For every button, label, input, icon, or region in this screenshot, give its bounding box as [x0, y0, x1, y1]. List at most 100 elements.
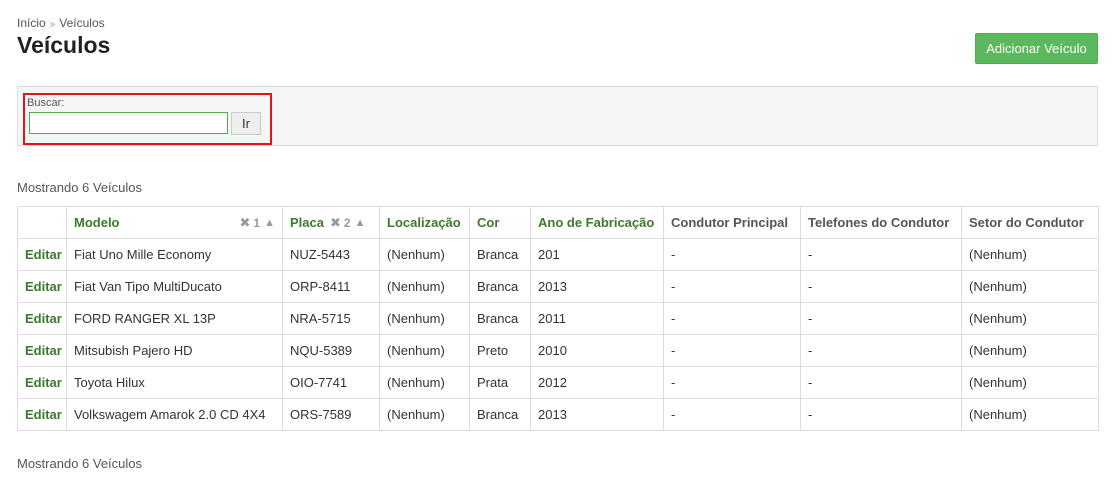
cell-placa: OIO-7741: [282, 366, 380, 399]
cell-condutor: -: [663, 270, 801, 303]
column-header-label: Modelo: [74, 215, 120, 230]
edit-link[interactable]: Editar: [25, 375, 62, 390]
page: Início» Veículos Veículos Adicionar Veícu…: [0, 0, 1119, 482]
column-header-telefones: Telefones do Condutor: [800, 206, 962, 239]
edit-cell: Editar: [17, 334, 67, 367]
cell-placa: NUZ-5443: [282, 238, 380, 271]
cell-modelo: Fiat Van Tipo MultiDucato: [66, 270, 283, 303]
cell-localizacao: (Nenhum): [379, 302, 470, 335]
chevron-up-icon[interactable]: ▲: [264, 217, 275, 229]
breadcrumb: Início» Veículos: [17, 16, 105, 30]
cell-condutor: -: [663, 366, 801, 399]
column-header-condutor: Condutor Principal: [663, 206, 801, 239]
cell-telefones: -: [800, 334, 962, 367]
cell-condutor: -: [663, 398, 801, 431]
breadcrumb-home-link[interactable]: Início: [17, 16, 46, 30]
edit-cell: Editar: [17, 398, 67, 431]
cell-setor: (Nenhum): [961, 334, 1099, 367]
column-header-modelo[interactable]: Modelo ✖ 1 ▲: [66, 206, 283, 239]
cell-cor: Prata: [469, 366, 531, 399]
sort-control: ✖ 2 ▲: [330, 215, 365, 231]
edit-link[interactable]: Editar: [25, 407, 62, 422]
cell-modelo: FORD RANGER XL 13P: [66, 302, 283, 335]
cell-ano: 2013: [530, 270, 664, 303]
edit-link[interactable]: Editar: [25, 343, 62, 358]
cell-placa: ORS-7589: [282, 398, 380, 431]
remove-sort-icon[interactable]: ✖: [240, 215, 251, 231]
breadcrumb-current: Veículos: [59, 16, 105, 30]
cell-ano: 201: [530, 238, 664, 271]
cell-setor: (Nenhum): [961, 302, 1099, 335]
table-row: Editar Fiat Uno Mille Economy NUZ-5443 (…: [17, 238, 1099, 271]
cell-placa: NQU-5389: [282, 334, 380, 367]
cell-telefones: -: [800, 366, 962, 399]
cell-localizacao: (Nenhum): [379, 398, 470, 431]
vehicles-table: Modelo ✖ 1 ▲ Placa ✖ 2 ▲ Localização Cor…: [17, 206, 1099, 431]
cell-setor: (Nenhum): [961, 366, 1099, 399]
cell-condutor: -: [663, 238, 801, 271]
table-header-row: Modelo ✖ 1 ▲ Placa ✖ 2 ▲ Localização Cor…: [17, 206, 1099, 239]
cell-setor: (Nenhum): [961, 238, 1099, 271]
table-row: Editar Toyota Hilux OIO-7741 (Nenhum) Pr…: [17, 366, 1099, 399]
result-count-top: Mostrando 6 Veículos: [17, 180, 143, 195]
result-count-bottom: Mostrando 6 Veículos: [17, 456, 143, 471]
breadcrumb-separator: »: [49, 19, 56, 30]
cell-localizacao: (Nenhum): [379, 238, 470, 271]
cell-localizacao: (Nenhum): [379, 334, 470, 367]
add-vehicle-button[interactable]: Adicionar Veículo: [975, 33, 1098, 64]
sort-priority: 2: [343, 215, 351, 230]
column-header-placa[interactable]: Placa ✖ 2 ▲: [282, 206, 380, 239]
edit-cell: Editar: [17, 270, 67, 303]
cell-telefones: -: [800, 238, 962, 271]
cell-telefones: -: [800, 302, 962, 335]
remove-sort-icon[interactable]: ✖: [330, 215, 341, 231]
column-header-label: Placa: [290, 215, 324, 230]
cell-modelo: Volkswagem Amarok 2.0 CD 4X4: [66, 398, 283, 431]
cell-placa: NRA-5715: [282, 302, 380, 335]
edit-link[interactable]: Editar: [25, 279, 62, 294]
table-row: Editar Fiat Van Tipo MultiDucato ORP-841…: [17, 270, 1099, 303]
page-title: Veículos: [17, 32, 111, 58]
column-header-cor[interactable]: Cor: [469, 206, 531, 239]
edit-cell: Editar: [17, 366, 67, 399]
cell-cor: Branca: [469, 398, 531, 431]
chevron-up-icon[interactable]: ▲: [355, 217, 366, 229]
search-submit-button[interactable]: Ir: [231, 112, 261, 135]
sort-priority: 1: [253, 215, 261, 230]
sort-control: ✖ 1 ▲: [240, 215, 275, 231]
cell-cor: Branca: [469, 302, 531, 335]
cell-placa: ORP-8411: [282, 270, 380, 303]
cell-ano: 2013: [530, 398, 664, 431]
cell-telefones: -: [800, 270, 962, 303]
cell-modelo: Fiat Uno Mille Economy: [66, 238, 283, 271]
cell-localizacao: (Nenhum): [379, 270, 470, 303]
edit-link[interactable]: Editar: [25, 247, 62, 262]
cell-ano: 2011: [530, 302, 664, 335]
edit-link[interactable]: Editar: [25, 311, 62, 326]
cell-cor: Branca: [469, 270, 531, 303]
cell-ano: 2012: [530, 366, 664, 399]
cell-ano: 2010: [530, 334, 664, 367]
cell-telefones: -: [800, 398, 962, 431]
cell-cor: Branca: [469, 238, 531, 271]
cell-condutor: -: [663, 334, 801, 367]
cell-setor: (Nenhum): [961, 398, 1099, 431]
edit-cell: Editar: [17, 302, 67, 335]
edit-cell: Editar: [17, 238, 67, 271]
column-header-ano[interactable]: Ano de Fabricação: [530, 206, 664, 239]
cell-condutor: -: [663, 302, 801, 335]
search-panel: Buscar: Ir: [17, 86, 1098, 146]
search-input[interactable]: [29, 112, 228, 134]
table-row: Editar Mitsubish Pajero HD NQU-5389 (Nen…: [17, 334, 1099, 367]
column-header-localizacao[interactable]: Localização: [379, 206, 470, 239]
cell-localizacao: (Nenhum): [379, 366, 470, 399]
table-row: Editar Volkswagem Amarok 2.0 CD 4X4 ORS-…: [17, 398, 1099, 431]
cell-modelo: Toyota Hilux: [66, 366, 283, 399]
cell-modelo: Mitsubish Pajero HD: [66, 334, 283, 367]
table-row: Editar FORD RANGER XL 13P NRA-5715 (Nenh…: [17, 302, 1099, 335]
cell-setor: (Nenhum): [961, 270, 1099, 303]
column-header-actions: [17, 206, 67, 239]
search-label: Buscar:: [27, 97, 65, 109]
column-header-setor: Setor do Condutor: [961, 206, 1099, 239]
cell-cor: Preto: [469, 334, 531, 367]
